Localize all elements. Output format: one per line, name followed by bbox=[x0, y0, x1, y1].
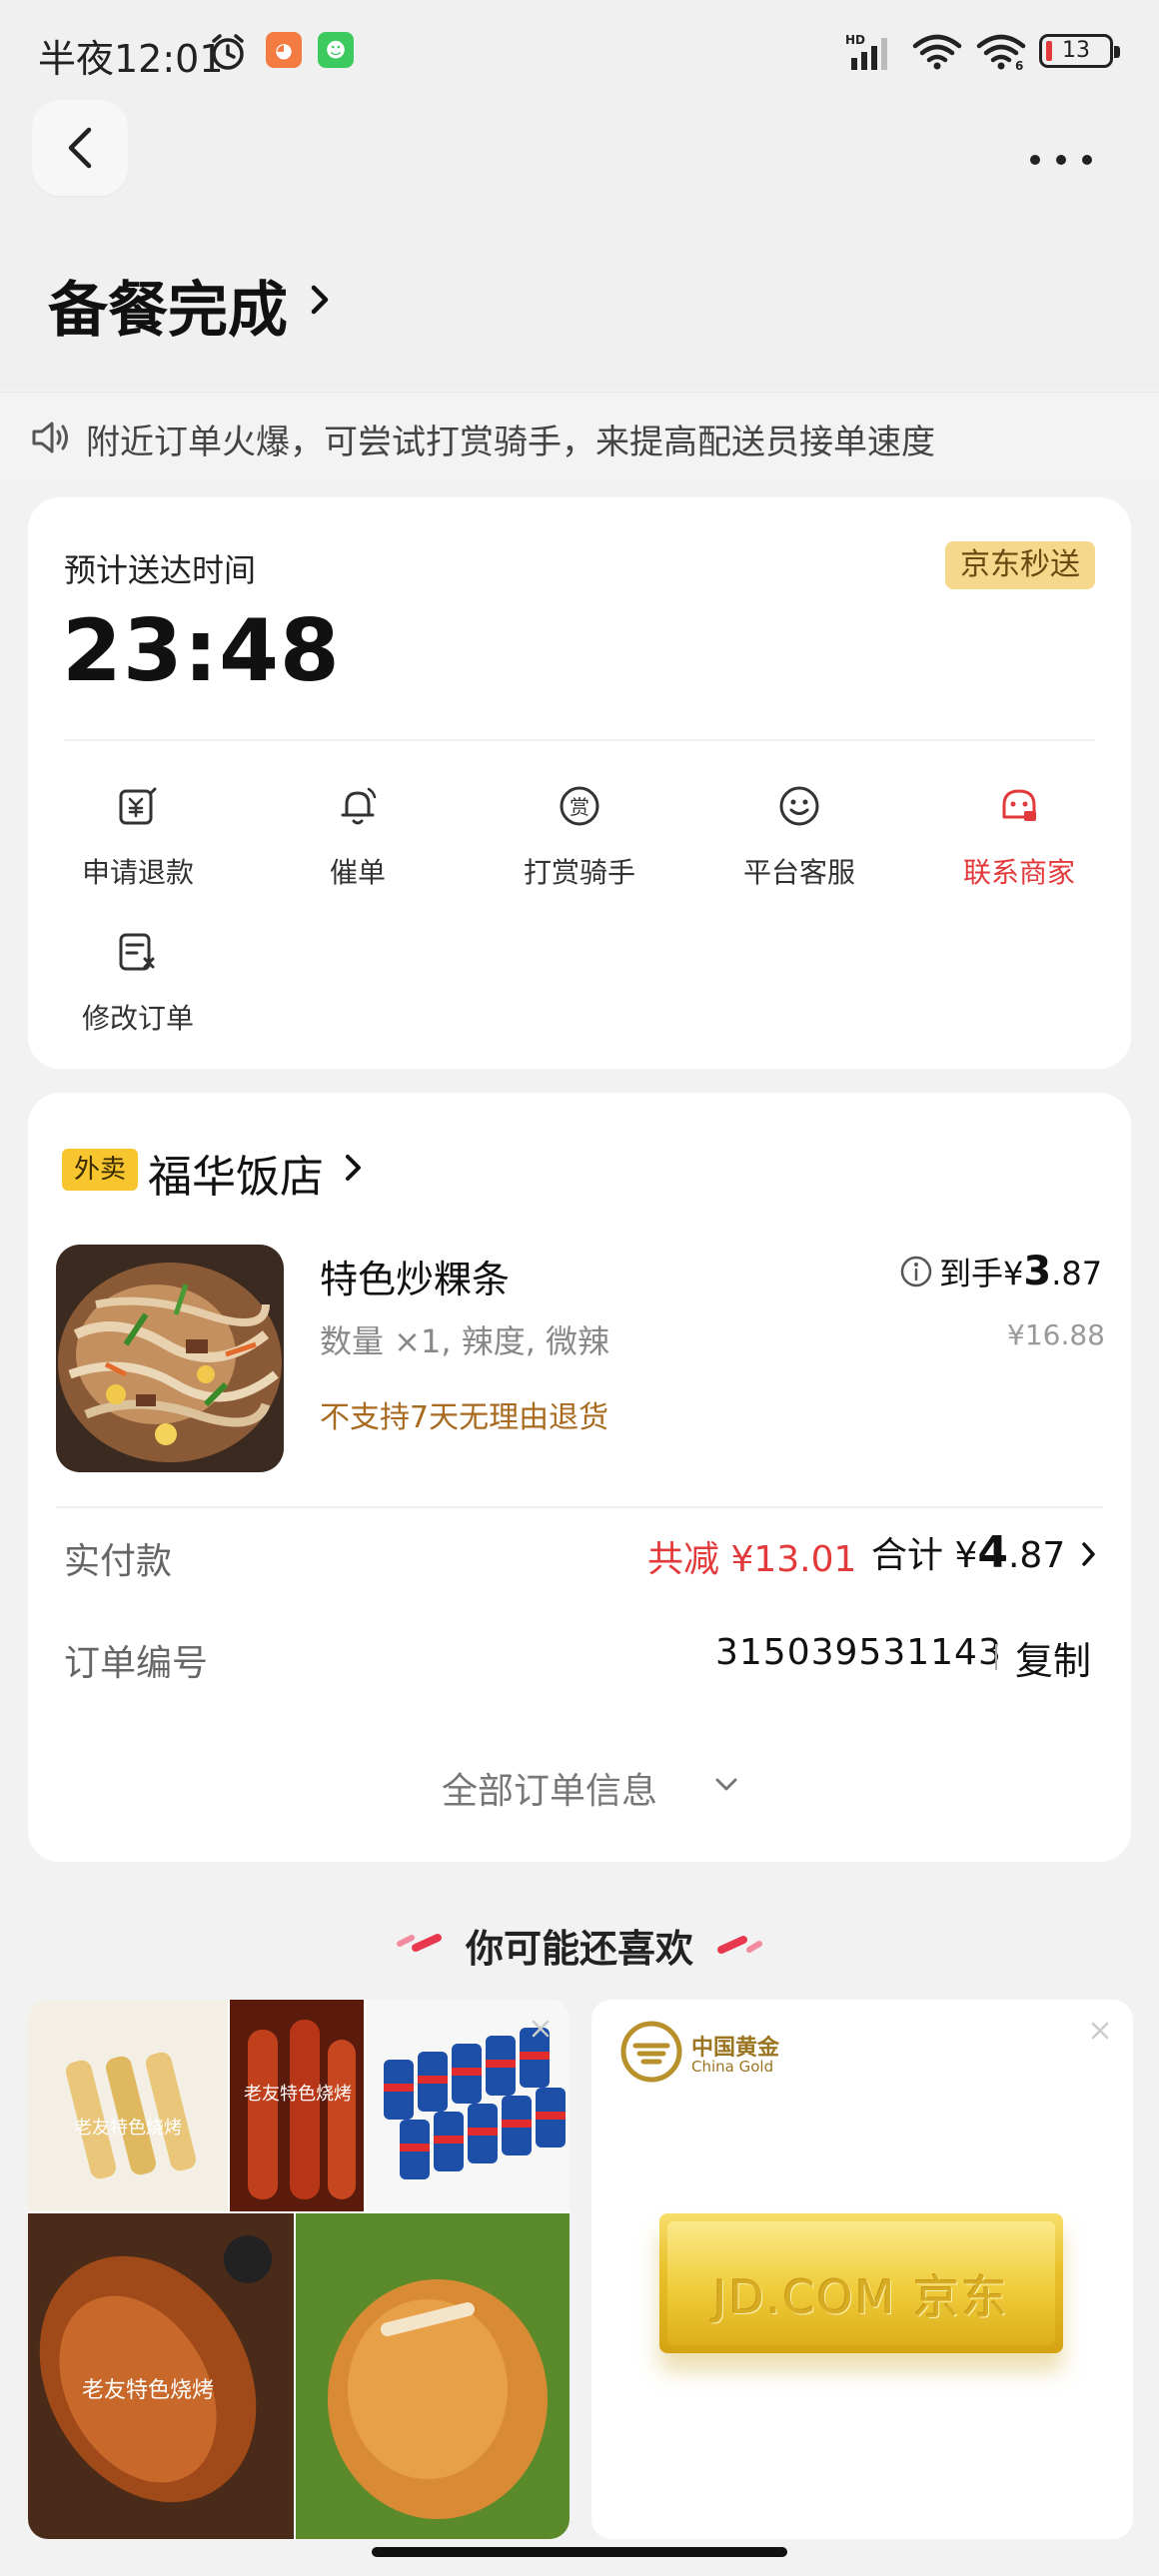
order-number-label: 订单编号 bbox=[64, 1643, 209, 1684]
svg-text:老友特色烧烤: 老友特色烧烤 bbox=[82, 2378, 214, 2403]
total-prefix: 合计 ¥ bbox=[871, 1535, 978, 1576]
svg-text:6: 6 bbox=[1015, 59, 1023, 72]
app-notification-icon: ◕ bbox=[266, 32, 302, 68]
refund-icon bbox=[119, 787, 157, 825]
status-time: 半夜12:01 bbox=[38, 37, 224, 81]
total-amount[interactable]: 合计 ¥4.87 bbox=[871, 1526, 1065, 1578]
merchant-icon bbox=[1002, 789, 1036, 821]
chevron-right-icon[interactable] bbox=[342, 1149, 366, 1187]
battery-text: 13 bbox=[1062, 38, 1090, 63]
wifi-6-icon: 6 bbox=[976, 34, 1026, 72]
chevron-left-icon bbox=[68, 127, 92, 169]
final-price-decimal: .87 bbox=[1051, 1255, 1103, 1292]
delivery-card: 预计送达时间 23:48 京东秒送 申请退款 催单 赏 打赏骑手 平台客服 联系… bbox=[28, 497, 1131, 1069]
recommend-bbq-card[interactable]: 老友特色烧烤 老友特色烧烤 老友特色烧烤 bbox=[28, 2000, 570, 2539]
wifi-icon bbox=[912, 34, 962, 70]
reward-icon: 赏 bbox=[560, 786, 599, 826]
chevron-right-icon[interactable] bbox=[1079, 1538, 1099, 1570]
recommend-gold-card[interactable]: 中国黄金 China Gold JD.COM 京东 bbox=[591, 2000, 1133, 2539]
divider bbox=[56, 1506, 1103, 1508]
edit-order-icon bbox=[119, 933, 155, 971]
takeout-badge: 外卖 bbox=[62, 1149, 138, 1191]
order-number: 315039531143 bbox=[715, 1632, 1002, 1673]
recommend-title: 你可能还喜欢 bbox=[465, 1927, 693, 1971]
recommend-header: 你可能还喜欢 bbox=[0, 1918, 1159, 1973]
final-price: 到手¥3.87 bbox=[939, 1249, 1102, 1294]
gold-bar-face: JD.COM 京东 bbox=[667, 2221, 1055, 2345]
copy-button[interactable]: 复制 bbox=[1015, 1630, 1091, 1685]
discount-amount: 共减 ¥13.01 bbox=[647, 1539, 857, 1580]
no-return-notice: 不支持7天无理由退货 bbox=[320, 1400, 609, 1435]
gold-bar-image: JD.COM 京东 bbox=[659, 2213, 1063, 2353]
eta-time: 23:48 bbox=[62, 601, 341, 701]
speaker-icon bbox=[32, 422, 68, 453]
contact-merchant-button[interactable]: 联系商家 bbox=[919, 783, 1119, 913]
reward-rider-button[interactable]: 赏 打赏骑手 bbox=[480, 783, 679, 913]
urge-order-button[interactable]: 催单 bbox=[258, 783, 458, 913]
food-name: 特色炒粿条 bbox=[320, 1258, 511, 1301]
total-decimal: .87 bbox=[1007, 1535, 1066, 1576]
decoration-right-icon bbox=[717, 1936, 762, 1954]
separator bbox=[995, 1644, 997, 1670]
battery-indicator: 13 bbox=[1039, 34, 1120, 68]
signal-icon: HD bbox=[845, 33, 887, 70]
apply-refund-button[interactable]: 申请退款 bbox=[38, 783, 238, 913]
final-price-integer: 3 bbox=[1023, 1249, 1052, 1294]
shop-name[interactable]: 福华饭店 bbox=[148, 1141, 324, 1205]
action-label: 修改订单 bbox=[81, 1002, 194, 1035]
action-label: 申请退款 bbox=[81, 856, 194, 889]
chevron-right-icon[interactable] bbox=[306, 280, 334, 320]
gold-bar-text: JD.COM 京东 bbox=[712, 2270, 1010, 2324]
chat-notification-icon: ☻ bbox=[318, 32, 354, 68]
svg-text:赏: 赏 bbox=[570, 795, 589, 819]
action-label: 平台客服 bbox=[742, 856, 855, 889]
close-icon[interactable] bbox=[530, 2018, 552, 2040]
action-label: 打赏骑手 bbox=[523, 856, 635, 889]
battery-cap bbox=[1114, 46, 1120, 58]
svg-text:老友特色烧烤: 老友特色烧烤 bbox=[74, 2118, 182, 2139]
paid-label: 实付款 bbox=[64, 1541, 173, 1582]
notice-text: 附近订单火爆，可尝试打赏骑手，来提高配送员接单速度 bbox=[86, 423, 935, 462]
delivery-service-badge: 京东秒送 bbox=[945, 541, 1095, 589]
info-icon[interactable] bbox=[899, 1255, 933, 1288]
bbq-ad-image: 老友特色烧烤 老友特色烧烤 老友特色烧烤 bbox=[28, 2000, 570, 2539]
action-label: 催单 bbox=[329, 856, 386, 889]
chevron-down-icon[interactable] bbox=[713, 1776, 739, 1794]
gold-brand-en: China Gold bbox=[691, 2058, 774, 2076]
total-integer: 4 bbox=[977, 1527, 1008, 1578]
bell-icon bbox=[341, 787, 377, 825]
notice-bar: 附近订单火爆，可尝试打赏骑手，来提高配送员接单速度 bbox=[0, 392, 1159, 481]
back-button[interactable] bbox=[32, 100, 128, 196]
eta-label: 预计送达时间 bbox=[64, 551, 257, 589]
order-card: 外卖 福华饭店 特色炒粿条 数量 ×1, 辣度, 微辣 不支持7天无理由退货 到… bbox=[28, 1093, 1131, 1862]
final-price-prefix: 到手¥ bbox=[939, 1255, 1024, 1292]
home-indicator[interactable] bbox=[372, 2547, 787, 2557]
svg-text:HD: HD bbox=[845, 33, 865, 47]
alarm-icon bbox=[212, 34, 244, 70]
customer-service-button[interactable]: 平台客服 bbox=[699, 783, 899, 913]
china-gold-logo-icon bbox=[620, 2021, 682, 2083]
divider bbox=[64, 739, 1095, 741]
status-bar: 半夜12:01 ◕ ☻ HD 6 13 bbox=[0, 0, 1159, 100]
smile-icon bbox=[779, 786, 819, 826]
food-spec: 数量 ×1, 辣度, 微辣 bbox=[320, 1322, 610, 1360]
all-order-info-button[interactable]: 全部订单信息 bbox=[442, 1762, 657, 1814]
food-image[interactable] bbox=[56, 1245, 284, 1472]
more-options-button[interactable] bbox=[1023, 140, 1099, 180]
close-icon[interactable] bbox=[1089, 2020, 1111, 2042]
page-title[interactable]: 备餐完成 bbox=[48, 262, 288, 349]
original-price: ¥16.88 bbox=[1007, 1318, 1105, 1351]
action-label: 联系商家 bbox=[962, 856, 1075, 889]
modify-order-button[interactable]: 修改订单 bbox=[38, 929, 238, 1059]
svg-text:老友特色烧烤: 老友特色烧烤 bbox=[244, 2084, 352, 2105]
